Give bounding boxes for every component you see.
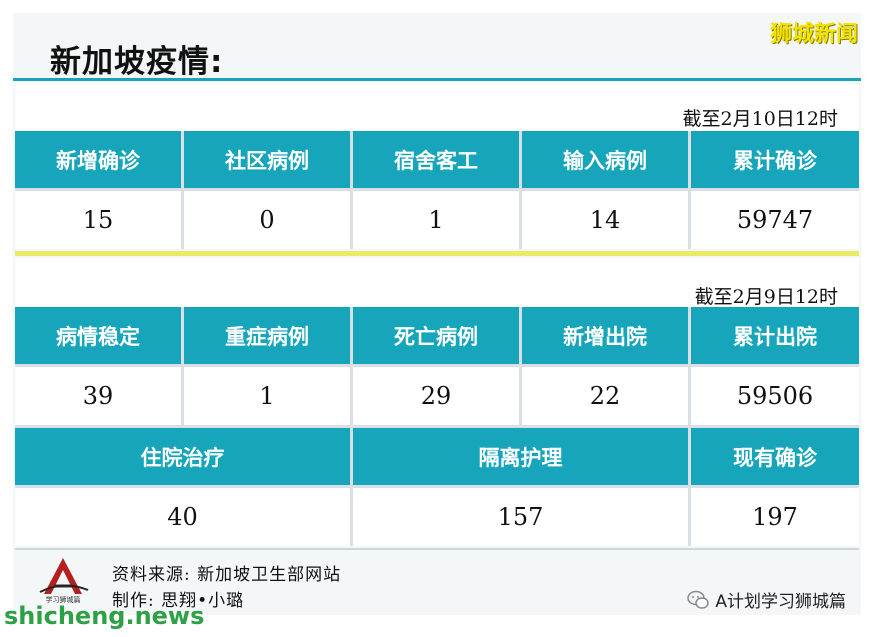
site-watermark: shicheng.news [4, 602, 205, 630]
header-cumulative-discharged: 累计出院 [691, 307, 859, 364]
header-new-cases: 新增确诊 [15, 131, 181, 188]
value-imported-cases: 14 [522, 191, 688, 249]
wechat-icon [687, 590, 710, 609]
value-cumulative-cases: 59747 [691, 191, 859, 249]
value-active-cases: 197 [691, 488, 859, 546]
header-dormitory-workers: 宿舍客工 [353, 131, 519, 188]
source-line: 资料来源: 新加坡卫生部网站 [112, 565, 342, 585]
account-tag: A计划学习狮城篇 [687, 587, 846, 612]
value-community-cases: 0 [184, 191, 350, 249]
value-cumulative-discharged: 59506 [691, 367, 859, 425]
value-new-cases: 15 [15, 191, 181, 249]
account-name: A计划学习狮城篇 [715, 592, 846, 612]
header-deaths: 死亡病例 [353, 307, 519, 364]
header-hospitalised: 住院治疗 [15, 428, 350, 485]
footer-divider [15, 548, 859, 550]
header-new-discharged: 新增出院 [522, 307, 688, 364]
section-1-asof: 截至2月10日12时 [682, 108, 838, 130]
value-hospitalised: 40 [15, 488, 350, 546]
header-cumulative-cases: 累计确诊 [691, 131, 859, 188]
header-imported-cases: 输入病例 [522, 131, 688, 188]
header-community-cases: 社区病例 [184, 131, 350, 188]
value-deaths: 29 [353, 367, 519, 425]
header-stable: 病情稳定 [15, 307, 181, 364]
header-active-cases: 现有确诊 [691, 428, 859, 485]
value-new-discharged: 22 [522, 367, 688, 425]
title-divider [13, 78, 861, 81]
section-2-asof: 截至2月9日12时 [694, 286, 838, 308]
section-divider [15, 251, 859, 256]
value-dormitory-workers: 1 [353, 191, 519, 249]
section-1-table: 新增确诊 社区病例 宿舍客工 输入病例 累计确诊 15 0 1 14 59747 [15, 131, 859, 249]
logo-a-icon: 学习狮城篇 [39, 558, 89, 604]
section-2-table: 病情稳定 重症病例 死亡病例 新增出院 累计出院 39 1 29 22 5950… [15, 307, 859, 546]
value-stable: 39 [15, 367, 181, 425]
value-isolation-care: 157 [353, 488, 688, 546]
header-critical: 重症病例 [184, 307, 350, 364]
header-isolation-care: 隔离护理 [353, 428, 688, 485]
value-critical: 1 [184, 367, 350, 425]
brand-label: 狮城新闻 [769, 22, 858, 47]
page-title: 新加坡疫情: [50, 44, 224, 80]
